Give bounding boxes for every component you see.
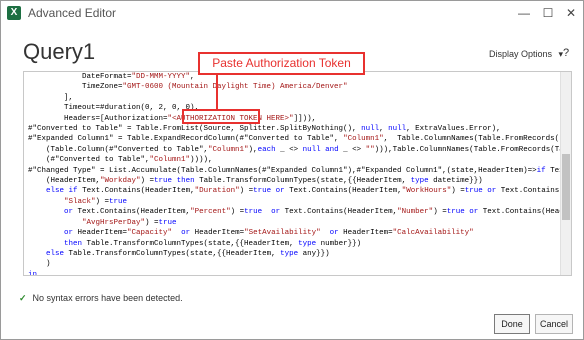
code-line[interactable]: or Text.Contains(HeaderItem,"Percent") =… [28,207,571,217]
code-editor[interactable]: DateFormat="DD-MMM-YYYY", TimeZone="GMT-… [23,71,572,276]
code-line[interactable]: else Table.TransformColumnTypes(state,{{… [28,249,556,259]
window-title: Advanced Editor [28,6,117,20]
cancel-button[interactable]: Cancel [535,314,573,334]
code-line[interactable]: then Table.TransformColumnTypes(state,{{… [28,239,556,249]
code-line[interactable]: Timeout=#duration(0, 2, 0, 0), [28,103,556,113]
title-bar: X Advanced Editor — ☐ ✕ [1,1,583,25]
code-line[interactable]: TimeZone="GMT-0600 (Mountain Daylight Ti… [28,82,556,92]
code-line[interactable]: else if Text.Contains(HeaderItem,"Durati… [28,186,571,196]
display-options-dropdown[interactable]: Display Options ▾ [489,49,563,60]
code-line[interactable]: Headers=[Authorization="<AUTHORIZATION T… [28,114,556,124]
code-line[interactable]: (Table.Column(#"Converted to Table","Col… [28,145,571,155]
annotation-callout: Paste Authorization Token [198,52,365,75]
scrollbar-thumb[interactable] [562,154,570,220]
code-line[interactable]: (#"Converted to Table","Column1")))), [28,155,556,165]
excel-icon: X [7,6,21,20]
status-message: No syntax errors have been detected. [32,293,183,303]
code-line[interactable]: #"Changed Type" = List.Accumulate(Table.… [28,166,571,176]
close-button[interactable]: ✕ [560,4,582,22]
code-line[interactable]: #"Converted to Table" = Table.FromList(S… [28,124,556,134]
callout-pointer-line [216,73,218,110]
help-icon[interactable]: ? [563,47,569,59]
done-button[interactable]: Done [494,314,530,334]
check-icon: ✓ [19,293,27,303]
maximize-button[interactable]: ☐ [537,4,559,22]
code-line[interactable]: "AvgHrsPerDay") =true [28,218,556,228]
query-name-heading: Query1 [23,39,96,64]
display-options-label: Display Options [489,49,553,59]
minimize-button[interactable]: — [513,4,535,22]
code-line[interactable]: (HeaderItem,"Workday") =true then Table.… [28,176,556,186]
code-line[interactable]: ) [28,259,556,269]
code-text[interactable]: DateFormat="DD-MMM-YYYY", TimeZone="GMT-… [28,72,571,275]
advanced-editor-window: X Advanced Editor — ☐ ✕ Query1 Display O… [0,0,584,340]
code-line[interactable]: "Slack") =true [28,197,556,207]
token-highlight-box [182,109,260,124]
vertical-scrollbar[interactable] [560,72,571,275]
code-line[interactable]: ], [28,93,556,103]
syntax-status: ✓ No syntax errors have been detected. [19,293,183,304]
code-line[interactable]: in [28,270,556,275]
code-line[interactable]: #"Expanded Column1" = Table.ExpandRecord… [28,134,571,144]
code-line[interactable]: or HeaderItem="Capacity" or HeaderItem="… [28,228,556,238]
callout-text: Paste Authorization Token [212,56,351,70]
